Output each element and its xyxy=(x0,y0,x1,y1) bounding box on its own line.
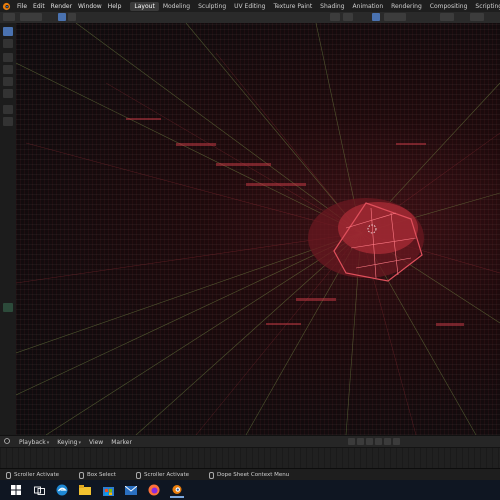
menu-edit[interactable]: Edit xyxy=(30,3,48,10)
tab-compositing[interactable]: Compositing xyxy=(426,2,472,11)
tab-uv-editing[interactable]: UV Editing xyxy=(230,2,269,11)
blender-logo-icon[interactable] xyxy=(2,1,11,11)
file-explorer-icon[interactable] xyxy=(78,483,92,497)
status-hint-2: Box Select xyxy=(73,471,116,479)
tab-shading[interactable]: Shading xyxy=(316,2,348,11)
mail-icon[interactable] xyxy=(124,483,138,497)
mouse-left-icon xyxy=(6,471,11,479)
toolbar-column xyxy=(0,23,16,435)
jump-start-button[interactable] xyxy=(348,438,355,445)
tab-texture-paint[interactable]: Texture Paint xyxy=(269,2,316,11)
measure-tool-icon[interactable] xyxy=(3,117,13,126)
tab-scripting[interactable]: Scripting xyxy=(471,2,500,11)
menu-window[interactable]: Window xyxy=(75,3,105,10)
tab-modeling[interactable]: Modeling xyxy=(159,2,194,11)
playback-controls xyxy=(348,438,400,445)
transform-tool-icon[interactable] xyxy=(3,89,13,98)
view-menu[interactable]: View xyxy=(85,439,107,446)
3d-viewport[interactable] xyxy=(16,23,500,435)
rotate-tool-icon[interactable] xyxy=(3,65,13,74)
status-hint-4: Dope Sheet Context Menu xyxy=(203,471,290,479)
play-button[interactable] xyxy=(375,438,382,445)
menu-render[interactable]: Render xyxy=(48,3,75,10)
edge-browser-icon[interactable] xyxy=(55,483,69,497)
workspace-tabs: Layout Modeling Sculpting UV Editing Tex… xyxy=(130,1,500,11)
marker-menu[interactable]: Marker xyxy=(107,439,136,446)
keying-label: Keying xyxy=(57,438,78,446)
timeline-editor-type-button[interactable] xyxy=(0,438,15,446)
status-hint-1: Scroller Activate xyxy=(0,471,60,479)
viewport-shading-dropdown[interactable] xyxy=(384,13,406,21)
grid-lines xyxy=(16,23,500,435)
task-view-icon[interactable] xyxy=(32,483,46,497)
timeline-frames-area[interactable] xyxy=(0,447,500,469)
overlay-toggle-button[interactable] xyxy=(372,13,380,21)
gizmo-dropdown[interactable] xyxy=(440,13,454,21)
shading-wire-button[interactable] xyxy=(330,13,340,21)
menu-help[interactable]: Help xyxy=(105,3,125,10)
playback-label: Playback xyxy=(19,438,46,446)
editor-type-button[interactable] xyxy=(3,13,15,21)
add-object-tool-icon[interactable] xyxy=(3,303,13,312)
menu-file[interactable]: File xyxy=(14,3,30,10)
jump-end-button[interactable] xyxy=(393,438,400,445)
mode-dropdown[interactable] xyxy=(20,13,42,21)
tab-animation[interactable]: Animation xyxy=(349,2,388,11)
move-tool-icon[interactable] xyxy=(3,53,13,62)
store-icon[interactable] xyxy=(101,483,115,497)
keying-menu[interactable]: Keying▾ xyxy=(53,439,85,446)
windows-taskbar xyxy=(0,480,500,500)
viewport-scene xyxy=(16,23,500,435)
mesh-wire-rays xyxy=(16,52,500,435)
status-hint-text: Scroller Activate xyxy=(14,472,60,478)
start-icon[interactable] xyxy=(9,483,23,497)
jump-keyframe-back-button[interactable] xyxy=(357,438,364,445)
tab-sculpting[interactable]: Sculpting xyxy=(194,2,230,11)
annotate-tool-icon[interactable] xyxy=(3,105,13,114)
scale-tool-icon[interactable] xyxy=(3,77,13,86)
select-tool-icon[interactable] xyxy=(3,27,13,36)
shading-solid-button[interactable] xyxy=(343,13,353,21)
status-hint-text: Scroller Activate xyxy=(143,472,189,478)
tab-layout[interactable]: Layout xyxy=(130,1,159,11)
mouse-drag-icon xyxy=(79,471,85,479)
status-hint-text: Dope Sheet Context Menu xyxy=(216,472,290,478)
mouse-middle-icon xyxy=(135,471,141,479)
firefox-icon[interactable] xyxy=(147,483,161,497)
cursor-tool-icon[interactable] xyxy=(3,39,13,48)
status-hint-text: Box Select xyxy=(87,472,116,478)
blender-icon[interactable] xyxy=(170,482,184,498)
clock-icon xyxy=(4,438,10,444)
select-box-button[interactable] xyxy=(58,13,66,21)
mouse-right-icon xyxy=(208,471,214,479)
chevron-down-icon: ▾ xyxy=(78,439,81,446)
select-extend-button[interactable] xyxy=(68,13,76,21)
status-hint-3: Scroller Activate xyxy=(130,471,189,479)
chevron-down-icon: ▾ xyxy=(46,439,50,446)
jump-keyframe-forward-button[interactable] xyxy=(384,438,391,445)
xray-toggle-button[interactable] xyxy=(470,13,484,21)
playback-menu[interactable]: Playback▾ xyxy=(15,439,53,446)
red-mesh-object[interactable] xyxy=(308,198,424,282)
tab-rendering[interactable]: Rendering xyxy=(387,2,426,11)
play-reverse-button[interactable] xyxy=(366,438,373,445)
